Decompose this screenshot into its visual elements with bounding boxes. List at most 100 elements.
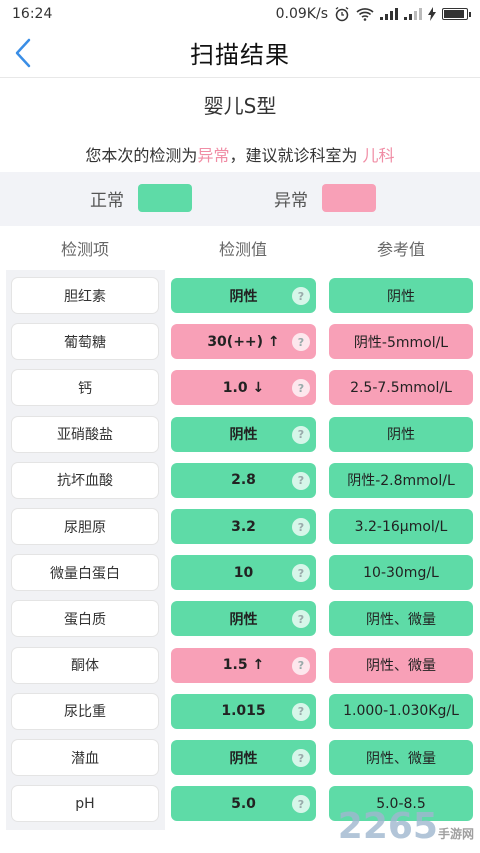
reference-value: 10-30mg/L xyxy=(329,555,473,591)
test-item-name: 钙 xyxy=(12,370,158,406)
status-icons: 0.09K/s xyxy=(275,6,471,22)
test-value-text: 10 xyxy=(233,564,254,581)
test-value-text: 1.015 xyxy=(221,703,266,720)
test-item-name: 潜血 xyxy=(12,740,158,775)
test-item-name: 尿胆原 xyxy=(12,509,158,544)
test-item-name: 微量白蛋白 xyxy=(12,555,158,591)
page-title: 扫描结果 xyxy=(190,41,290,69)
table-row: 尿比重 1.015? 1.000-1.030Kg/L xyxy=(0,693,480,730)
table-row: 尿胆原 3.2? 3.2-16μmol/L xyxy=(0,509,480,545)
test-value: 1.5 ↑? xyxy=(171,647,316,683)
reference-value: 阴性、微量 xyxy=(329,647,473,683)
table-row: 钙 1.0 ↓? 2.5-7.5mmol/L xyxy=(0,370,480,406)
back-button[interactable] xyxy=(8,36,38,70)
test-item-name: 酮体 xyxy=(12,647,158,683)
test-item-name: 尿比重 xyxy=(12,693,158,729)
help-icon[interactable]: ? xyxy=(292,656,310,675)
test-item-name: 胆红素 xyxy=(12,278,158,313)
chevron-left-icon xyxy=(15,38,31,68)
legend-abnormal-swatch xyxy=(322,184,376,212)
charging-icon xyxy=(428,7,436,21)
status-time: 16:24 xyxy=(12,6,53,22)
network-speed: 0.09K/s xyxy=(275,6,328,22)
help-icon[interactable]: ? xyxy=(292,610,310,629)
test-item-name: 葡萄糖 xyxy=(12,324,158,360)
test-value: 2.8? xyxy=(171,462,316,498)
help-icon[interactable]: ? xyxy=(292,379,310,398)
reference-value: 3.2-16μmol/L xyxy=(329,509,473,544)
test-item-name: pH xyxy=(12,786,158,822)
watermark-site: 手游网 xyxy=(437,827,474,841)
test-value-text: 30(++) ↑ xyxy=(207,333,280,350)
signal-icon xyxy=(380,8,398,20)
test-value: 阴性? xyxy=(171,601,316,637)
result-status: 异常 xyxy=(197,146,230,165)
top-bar: 扫描结果 xyxy=(0,28,480,78)
help-icon[interactable]: ? xyxy=(292,425,310,444)
test-value-text: 阴性 xyxy=(229,288,258,305)
test-value: 阴性? xyxy=(171,278,316,313)
alarm-icon xyxy=(334,6,350,22)
test-value-text: 阴性 xyxy=(229,611,258,628)
help-icon[interactable]: ? xyxy=(292,564,310,583)
test-value-text: 5.0 xyxy=(231,795,256,812)
reference-value: 阴性 xyxy=(329,416,473,452)
help-icon[interactable]: ? xyxy=(292,749,310,767)
watermark-logo: 2265手游网 xyxy=(338,806,474,847)
battery-icon xyxy=(442,8,471,20)
test-value-text: 阴性 xyxy=(229,750,258,767)
reference-value: 2.5-7.5mmol/L xyxy=(329,370,473,406)
test-item-name: 亚硝酸盐 xyxy=(12,416,158,452)
help-icon[interactable]: ? xyxy=(292,333,310,352)
table-row: 潜血 阴性? 阴性、微量 xyxy=(0,740,480,776)
table-row: 酮体 1.5 ↑? 阴性、微量 xyxy=(0,647,480,684)
table-row: 胆红素 阴性? 阴性 xyxy=(0,278,480,314)
reference-value: 1.000-1.030Kg/L xyxy=(329,693,473,729)
column-value: 检测值 xyxy=(218,240,267,259)
help-icon[interactable]: ? xyxy=(292,702,310,721)
legend: 正常 异常 xyxy=(0,172,480,226)
test-value: 阴性? xyxy=(171,416,316,452)
test-item-name: 抗坏血酸 xyxy=(12,462,158,498)
legend-normal-swatch xyxy=(138,184,192,212)
suggestion-middle: ，建议就诊科室为 xyxy=(229,146,363,165)
reference-value: 阴性-2.8mmol/L xyxy=(329,462,473,498)
help-icon[interactable]: ? xyxy=(292,471,310,490)
help-icon[interactable]: ? xyxy=(292,795,310,814)
department-link[interactable]: 儿科 xyxy=(363,146,395,165)
test-item-name: 蛋白质 xyxy=(12,601,158,637)
suggestion-text: 您本次的检测为异常，建议就诊科室为 儿科 xyxy=(0,142,480,166)
test-value: 3.2? xyxy=(171,509,316,544)
test-type-title: 婴儿S型 xyxy=(203,94,277,118)
test-value: 阴性? xyxy=(171,740,316,775)
table-row: 亚硝酸盐 阴性? 阴性 xyxy=(0,416,480,453)
legend-normal-label: 正常 xyxy=(90,190,124,211)
reference-value: 阴性 xyxy=(329,278,473,313)
test-value: 1.015? xyxy=(171,693,316,729)
reference-value: 阴性、微量 xyxy=(329,601,473,637)
test-value: 5.0? xyxy=(171,786,316,822)
column-reference: 参考值 xyxy=(376,240,425,259)
table-row: 葡萄糖 30(++) ↑? 阴性-5mmol/L xyxy=(0,324,480,360)
legend-normal: 正常 xyxy=(90,184,192,212)
help-icon[interactable]: ? xyxy=(292,518,310,536)
help-icon[interactable]: ? xyxy=(292,287,310,305)
table-row: 抗坏血酸 2.8? 阴性-2.8mmol/L xyxy=(0,462,480,499)
test-value: 10? xyxy=(171,555,316,591)
watermark-number: 2265 xyxy=(337,806,438,847)
table-row: 蛋白质 阴性? 阴性、微量 xyxy=(0,601,480,637)
test-value-text: 1.5 ↑ xyxy=(222,657,265,674)
test-value-text: 阴性 xyxy=(229,427,258,444)
reference-value: 阴性-5mmol/L xyxy=(329,324,473,360)
suggestion-prefix: 您本次的检测为 xyxy=(85,146,198,165)
status-bar: 16:24 0.09K/s xyxy=(0,0,480,28)
table-header: 检测项 检测值 参考值 xyxy=(0,236,480,264)
reference-value: 阴性、微量 xyxy=(329,740,473,775)
test-value-text: 1.0 ↓ xyxy=(222,379,265,396)
wifi-icon xyxy=(356,7,374,21)
column-item: 检测项 xyxy=(60,240,109,259)
legend-abnormal-label: 异常 xyxy=(274,190,308,211)
legend-abnormal: 异常 xyxy=(274,184,376,212)
signal-icon-2 xyxy=(404,8,422,20)
test-value: 1.0 ↓? xyxy=(171,370,316,406)
